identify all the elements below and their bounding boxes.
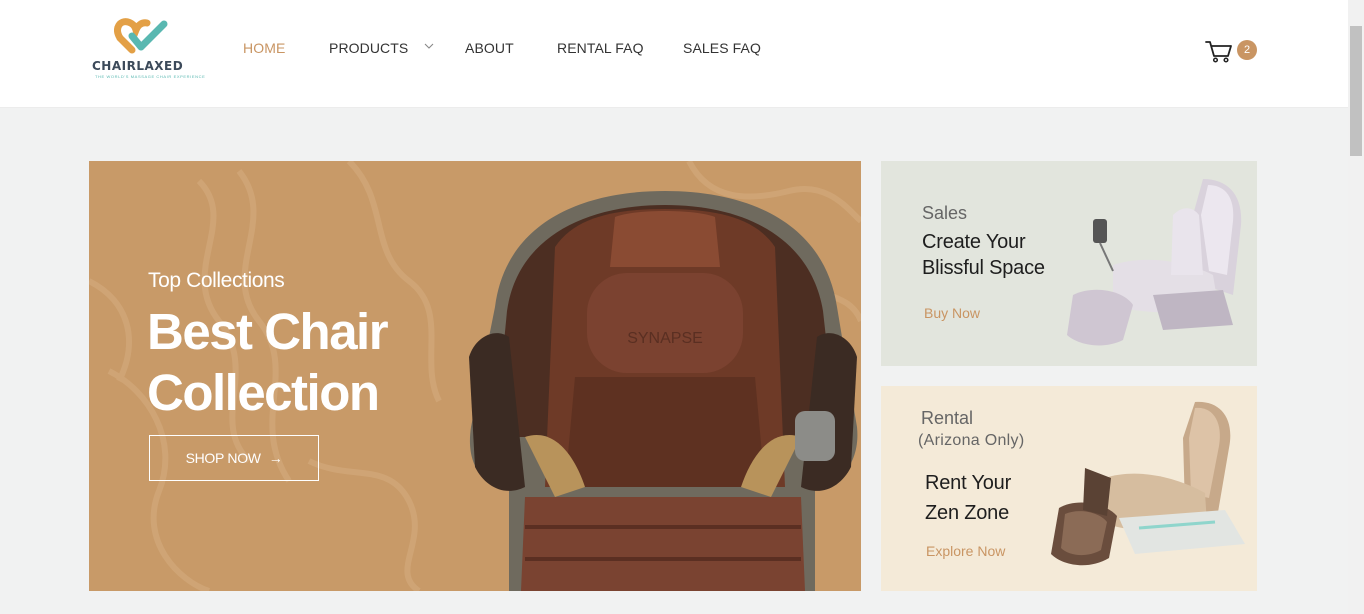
heart-check-logo-icon [114, 18, 168, 54]
sales-promo-card[interactable]: Sales Create Your Blissful Space Buy Now [881, 161, 1257, 366]
cart-icon[interactable] [1204, 38, 1234, 64]
brand-logo[interactable]: CHAIRLAXED THE WORLD'S MASSAGE CHAIR EXP… [90, 18, 205, 82]
rental-label: Rental [921, 408, 974, 428]
sales-headline-line1: Create Your [922, 231, 1026, 253]
nav-sales-faq[interactable]: SALES FAQ [683, 40, 761, 56]
rental-headline-line2: Zen Zone [925, 502, 1010, 524]
sales-headline-line2: Blissful Space [922, 257, 1045, 279]
rental-sub-label: (Arizona Only) [918, 432, 1025, 449]
page-scrollbar[interactable] [1348, 0, 1364, 614]
nav-products[interactable]: PRODUCTS [329, 40, 408, 56]
shop-now-label: SHOP NOW [185, 450, 261, 466]
hero-title: Best Chair Collection [147, 303, 389, 421]
beige-massage-chair-image [1051, 401, 1245, 566]
nav-about[interactable]: ABOUT [465, 40, 514, 56]
arrow-right-icon: → [268, 450, 283, 466]
shop-now-button[interactable]: SHOP NOW → [149, 435, 319, 481]
chevron-down-icon[interactable] [424, 41, 434, 51]
site-header: CHAIRLAXED THE WORLD'S MASSAGE CHAIR EXP… [0, 0, 1348, 108]
brand-name: CHAIRLAXED [92, 59, 184, 73]
hero-eyebrow: Top Collections [148, 269, 285, 292]
buy-now-link[interactable]: Buy Now [924, 305, 980, 321]
rental-promo-card[interactable]: Rental (Arizona Only) Rent Your Zen Zone… [881, 386, 1257, 591]
chair-brand-mark: SYNAPSE [627, 330, 703, 347]
nav-home[interactable]: HOME [243, 40, 285, 56]
massage-chair-image: SYNAPSE [469, 191, 858, 591]
cart-count-badge: 2 [1237, 40, 1257, 60]
hero-banner: Top Collections Best Chair Collection SH… [89, 161, 861, 591]
rental-headline-line1: Rent Your [925, 472, 1012, 494]
sales-label: Sales [922, 203, 968, 223]
explore-now-link[interactable]: Explore Now [926, 543, 1005, 559]
white-massage-chair-image [1067, 179, 1242, 346]
brand-tagline: THE WORLD'S MASSAGE CHAIR EXPERIENCE [95, 74, 206, 79]
nav-rental-faq[interactable]: RENTAL FAQ [557, 40, 644, 56]
scrollbar-thumb[interactable] [1350, 26, 1362, 156]
